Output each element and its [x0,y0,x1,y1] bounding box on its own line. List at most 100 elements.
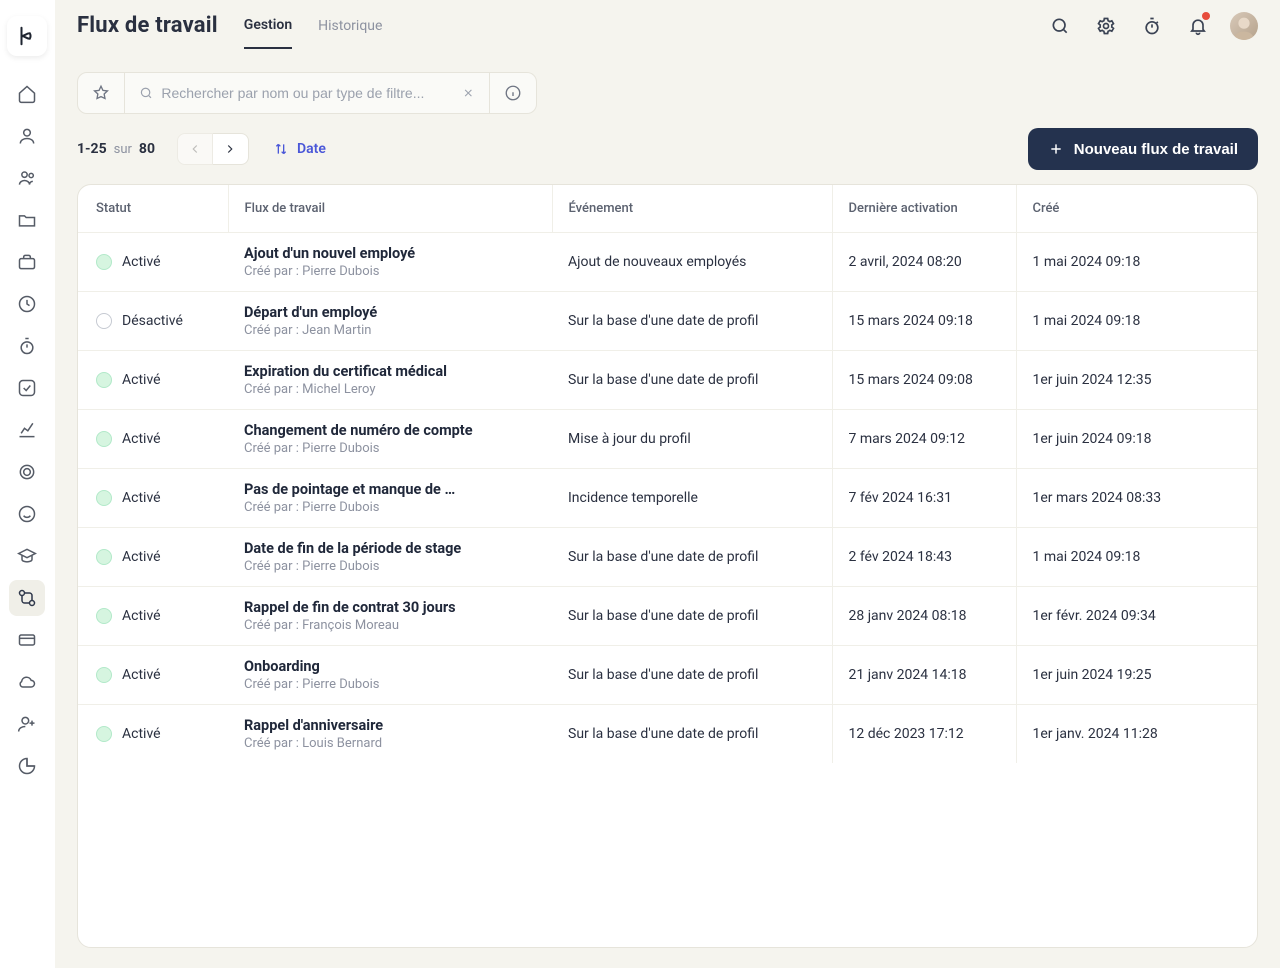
new-workflow-label: Nouveau flux de travail [1074,141,1238,158]
workflow-event: Sur la base d'une date de profil [552,646,832,705]
search-field[interactable] [125,72,490,114]
table-row[interactable]: Désactivé Départ d'un employé Créé par :… [78,292,1257,351]
workflow-creator: Créé par : Pierre Dubois [244,677,536,692]
table-row[interactable]: Activé Changement de numéro de compte Cr… [78,410,1257,469]
pagination-total: 80 [139,141,155,157]
nav-home-icon[interactable] [9,76,45,112]
search-help-button[interactable] [490,72,537,114]
status-dot [96,372,112,388]
nav-clock-icon[interactable] [9,286,45,322]
nav-graduation-icon[interactable] [9,538,45,574]
workflow-created: 1er févr. 2024 09:34 [1016,587,1257,646]
nav-briefcase-icon[interactable] [9,244,45,280]
pager-prev-button [177,133,213,165]
sidebar [0,0,55,968]
nav-workflow-icon[interactable] [9,580,45,616]
tab-history[interactable]: Historique [318,18,382,48]
workflow-created: 1er juin 2024 09:18 [1016,410,1257,469]
workflow-creator: Créé par : François Moreau [244,618,536,633]
stopwatch-icon[interactable] [1138,12,1166,40]
nav-check-icon[interactable] [9,370,45,406]
gear-icon[interactable] [1092,12,1120,40]
workflow-creator: Créé par : Pierre Dubois [244,264,536,279]
nav-timer-icon[interactable] [9,328,45,364]
workflow-creator: Créé par : Pierre Dubois [244,441,536,456]
workflow-last: 12 déc 2023 17:12 [832,705,1016,764]
star-icon [92,84,110,102]
nav-team-icon[interactable] [9,160,45,196]
status-dot [96,431,112,447]
app-logo[interactable] [7,16,47,56]
pager-next-button[interactable] [213,133,249,165]
table-row[interactable]: Activé Date de fin de la période de stag… [78,528,1257,587]
table-controls: 1-25 sur 80 Date Nouveau flux de travail [77,128,1258,170]
avatar[interactable] [1230,12,1258,40]
nav-face-icon[interactable] [9,496,45,532]
nav-folder-icon[interactable] [9,202,45,238]
workflow-title: Date de fin de la période de stage [244,540,536,557]
pager [177,133,249,165]
page-title: Flux de travail [77,13,218,38]
th-flow: Flux de travail [228,185,552,233]
status-label: Activé [122,549,161,565]
new-workflow-button[interactable]: Nouveau flux de travail [1028,128,1258,170]
topbar: Flux de travail Gestion Historique [55,0,1280,52]
clear-icon[interactable] [462,86,475,100]
nav-pie-icon[interactable] [9,748,45,784]
status-label: Activé [122,608,161,624]
th-event: Événement [552,185,832,233]
workflow-creator: Créé par : Louis Bernard [244,736,536,751]
nav-person-add-icon[interactable] [9,706,45,742]
search-strip [77,72,1258,114]
status-label: Activé [122,490,161,506]
status-dot [96,726,112,742]
pagination-range: 1-25 [77,141,107,157]
status-label: Activé [122,667,161,683]
status-label: Activé [122,372,161,388]
nav-user-icon[interactable] [9,118,45,154]
workflow-title: Expiration du certificat médical [244,363,536,380]
table-row[interactable]: Activé Onboarding Créé par : Pierre Dubo… [78,646,1257,705]
workflow-event: Sur la base d'une date de profil [552,528,832,587]
workflow-title: Changement de numéro de compte [244,422,536,439]
bell-icon[interactable] [1184,12,1212,40]
nav-target-icon[interactable] [9,454,45,490]
nav-card-icon[interactable] [9,622,45,658]
search-input[interactable] [161,85,462,101]
workflow-creator: Créé par : Jean Martin [244,323,536,338]
th-last: Dernière activation [832,185,1016,233]
workflow-created: 1er juin 2024 19:25 [1016,646,1257,705]
status-dot [96,608,112,624]
favorite-filter-button[interactable] [77,72,125,114]
search-icon [139,85,153,101]
workflow-created: 1 mai 2024 09:18 [1016,528,1257,587]
status-label: Activé [122,431,161,447]
workflow-last: 2 fév 2024 18:43 [832,528,1016,587]
status-label: Activé [122,726,161,742]
workflow-event: Incidence temporelle [552,469,832,528]
workflow-event: Ajout de nouveaux employés [552,233,832,292]
workflow-last: 15 mars 2024 09:08 [832,351,1016,410]
table-row[interactable]: Activé Expiration du certificat médical … [78,351,1257,410]
workflow-creator: Créé par : Michel Leroy [244,382,536,397]
workflow-last: 21 janv 2024 14:18 [832,646,1016,705]
workflow-last: 2 avril, 2024 08:20 [832,233,1016,292]
status-dot [96,549,112,565]
nav-cloud-icon[interactable] [9,664,45,700]
table-row[interactable]: Activé Rappel d'anniversaire Créé par : … [78,705,1257,764]
status-dot [96,667,112,683]
pagination-count: 1-25 sur 80 [77,141,155,157]
table-row[interactable]: Activé Ajout d'un nouvel employé Créé pa… [78,233,1257,292]
nav-chart-icon[interactable] [9,412,45,448]
plus-icon [1048,141,1064,157]
search-icon[interactable] [1046,12,1074,40]
sort-button[interactable]: Date [263,141,336,157]
table-row[interactable]: Activé Pas de pointage et manque de … Cr… [78,469,1257,528]
sort-icon [273,141,289,157]
tab-management[interactable]: Gestion [244,17,292,49]
th-status: Statut [78,185,228,233]
table-row[interactable]: Activé Rappel de fin de contrat 30 jours… [78,587,1257,646]
status-dot [96,490,112,506]
workflow-last: 15 mars 2024 09:18 [832,292,1016,351]
status-dot [96,254,112,270]
